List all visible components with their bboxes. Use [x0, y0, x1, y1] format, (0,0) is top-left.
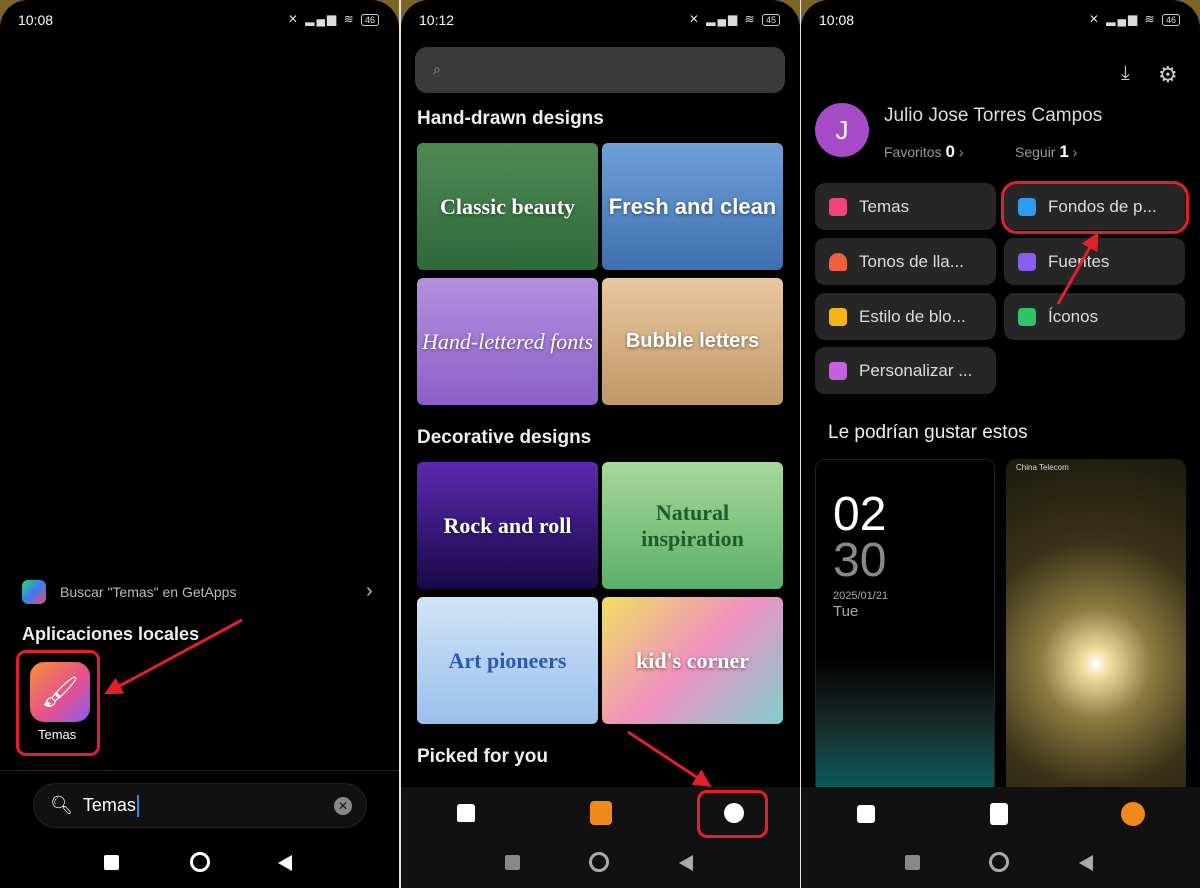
arrow-to-profile-tab: [627, 730, 712, 787]
arrow-to-fondos: [1056, 232, 1099, 305]
arrow-to-app: [104, 618, 243, 695]
annotation-arrows: [104, 232, 1099, 787]
